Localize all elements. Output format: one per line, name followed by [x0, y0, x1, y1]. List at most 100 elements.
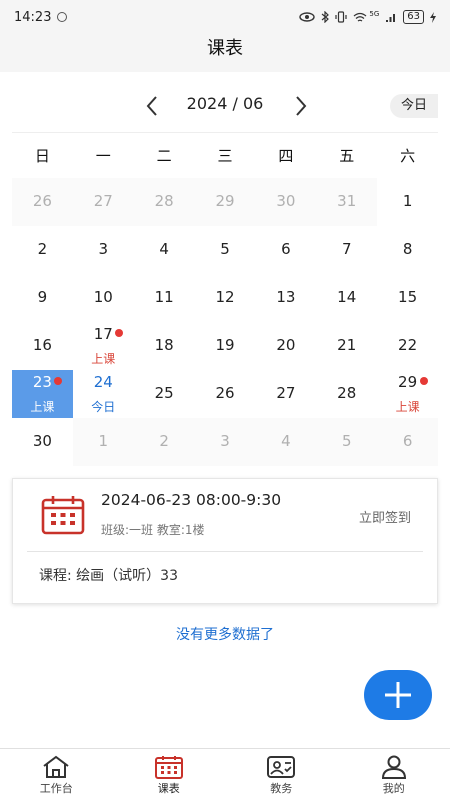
day-number: 19 — [215, 336, 235, 354]
calendar-day-cell[interactable]: 7 — [316, 226, 377, 274]
tab-academic-affairs[interactable]: 教务 — [225, 749, 338, 800]
charging-icon — [430, 11, 436, 23]
calendar-day-cell[interactable]: 29 — [194, 178, 256, 226]
month-label: 2024 / 06 — [186, 94, 264, 113]
calendar-day-cell[interactable]: 21 — [316, 322, 377, 370]
calendar-week-row: 2 3 4 5 6 7 8 — [12, 226, 438, 274]
tab-schedule[interactable]: 课表 — [113, 749, 226, 800]
battery-indicator: 63 — [403, 10, 424, 24]
calendar-day-cell[interactable]: 27 — [255, 370, 316, 418]
calendar-day-cell[interactable]: 23 上课 — [12, 370, 73, 418]
calendar-day-cell[interactable]: 4 — [255, 418, 317, 466]
day-number: 31 — [337, 192, 357, 210]
calendar-day-cell[interactable]: 5 — [195, 226, 256, 274]
bluetooth-icon — [321, 11, 330, 23]
day-number: 4 — [159, 240, 169, 258]
calendar-day-cell[interactable]: 3 — [194, 418, 256, 466]
no-more-data-text: 没有更多数据了 — [176, 627, 274, 643]
day-number: 5 — [220, 240, 230, 258]
status-icons: 5G 63 — [299, 10, 436, 24]
calendar-week-row: 26 27 28 29 30 31 1 — [12, 178, 438, 226]
day-number: 1 — [402, 192, 413, 210]
day-number: 28 — [337, 384, 357, 402]
calendar-day-cell[interactable]: 30 — [255, 178, 317, 226]
calendar-week-row: 30 1 2 3 4 5 6 — [12, 418, 439, 466]
calendar-day-cell[interactable]: 20 — [255, 322, 316, 370]
calendar-day-cell[interactable]: 6 — [377, 418, 439, 466]
calendar-day-cell[interactable]: 2 — [12, 226, 73, 274]
day-number: 11 — [154, 288, 174, 306]
calendar-day-cell[interactable]: 30 — [12, 418, 73, 466]
calendar-day-cell[interactable]: 28 — [133, 178, 195, 226]
home-icon — [43, 755, 69, 778]
notification-icon — [57, 12, 68, 22]
calendar-week-row: 23 上课 24 今日 25 26 27 28 29 上课 — [12, 370, 438, 418]
tab-label: 我的 — [382, 782, 405, 795]
lesson-class-room: 班级:一班 教室:1楼 — [101, 523, 205, 537]
chevron-left-icon[interactable] — [141, 94, 165, 118]
profile-icon — [381, 755, 406, 779]
add-button[interactable] — [364, 670, 432, 720]
day-number: 17 — [93, 325, 113, 343]
calendar-day-cell[interactable]: 10 — [73, 274, 134, 322]
day-number: 13 — [276, 288, 296, 306]
vibrate-icon — [335, 11, 347, 23]
day-number: 3 — [98, 240, 109, 258]
day-number: 22 — [398, 336, 418, 354]
class-label: 上课 — [91, 352, 116, 366]
calendar-day-cell[interactable]: 8 — [377, 226, 438, 274]
class-label: 上课 — [395, 400, 420, 414]
tab-workbench[interactable]: 工作台 — [0, 749, 113, 800]
day-number: 1 — [98, 432, 109, 450]
day-number: 29 — [398, 373, 418, 391]
calendar-day-cell[interactable]: 22 — [377, 322, 438, 370]
calendar-day-cell[interactable]: 12 — [195, 274, 256, 322]
calendar-grid: 26 27 28 29 30 31 1 2 3 4 5 6 7 8 9 10 11 12 13 14 15 16 17 上课 1… — [12, 178, 439, 466]
calendar-day-cell[interactable]: 1 — [377, 178, 438, 226]
calendar-day-cell[interactable]: 9 — [12, 274, 73, 322]
chevron-right-icon[interactable] — [288, 94, 312, 118]
calendar-day-cell[interactable]: 26 — [195, 370, 256, 418]
calendar-day-cell[interactable]: 19 — [195, 322, 256, 370]
day-number: 30 — [32, 432, 52, 450]
calendar-day-cell[interactable]: 26 — [12, 178, 73, 226]
page-title: 课表 — [207, 38, 243, 59]
weekday-label: 一 — [95, 147, 111, 165]
day-number: 10 — [93, 288, 113, 306]
calendar-day-cell[interactable]: 3 — [73, 226, 134, 274]
calendar-day-cell[interactable]: 5 — [316, 418, 378, 466]
tab-mine[interactable]: 我的 — [338, 749, 450, 800]
day-number: 28 — [154, 192, 174, 210]
weekday-label: 四 — [278, 147, 294, 165]
calendar-day-cell[interactable]: 27 — [72, 178, 134, 226]
day-number: 14 — [337, 288, 357, 306]
calendar-day-cell[interactable]: 4 — [134, 226, 195, 274]
calendar-day-cell[interactable]: 11 — [134, 274, 195, 322]
weekday-label: 二 — [156, 147, 172, 165]
calendar-day-cell[interactable]: 25 — [134, 370, 195, 418]
calendar-day-cell[interactable]: 31 — [316, 178, 378, 226]
day-number: 20 — [276, 336, 296, 354]
calendar-day-cell[interactable]: 29 上课 — [377, 370, 438, 418]
card-divider — [27, 551, 423, 552]
lesson-card[interactable]: 2024-06-23 08:00-9:30 班级:一班 教室:1楼 立即签到 课… — [12, 478, 438, 604]
calendar-day-cell[interactable]: 6 — [255, 226, 316, 274]
calendar-day-cell[interactable]: 24 今日 — [73, 370, 134, 418]
calendar-day-cell[interactable]: 1 — [72, 418, 134, 466]
today-button[interactable]: 今日 — [390, 94, 438, 118]
day-number: 4 — [281, 432, 291, 450]
calendar-day-cell[interactable]: 28 — [316, 370, 377, 418]
day-number: 24 — [93, 373, 113, 391]
today-label: 今日 — [91, 400, 116, 414]
lesson-datetime: 2024-06-23 08:00-9:30 — [101, 491, 282, 509]
calendar-day-cell[interactable]: 16 — [12, 322, 73, 370]
calendar-day-cell[interactable]: 14 — [316, 274, 377, 322]
checkin-button[interactable]: 立即签到 — [359, 507, 411, 526]
academic-affairs-icon — [267, 756, 296, 778]
calendar-day-cell[interactable]: 17 上课 — [73, 322, 134, 370]
calendar-day-cell[interactable]: 2 — [133, 418, 195, 466]
eye-icon — [299, 12, 316, 22]
calendar-day-cell[interactable]: 13 — [255, 274, 316, 322]
calendar-day-cell[interactable]: 15 — [377, 274, 438, 322]
calendar-day-cell[interactable]: 18 — [134, 322, 195, 370]
